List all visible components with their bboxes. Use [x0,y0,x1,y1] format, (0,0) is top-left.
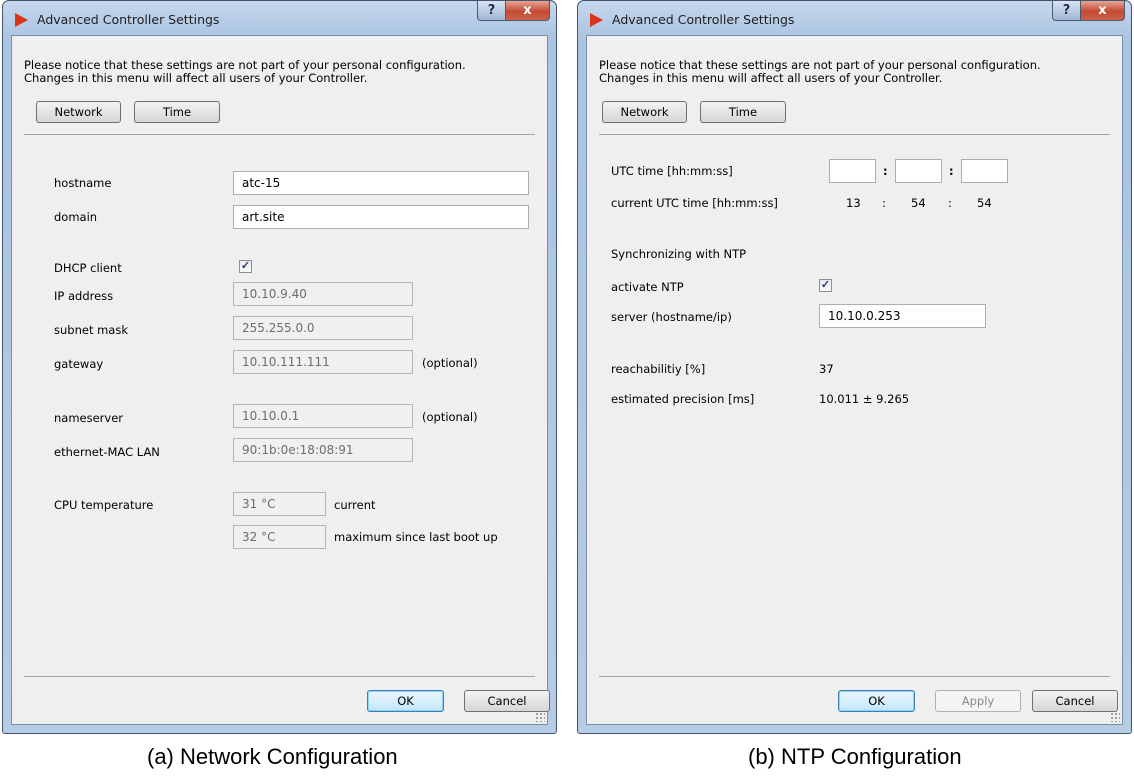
window-title: Advanced Controller Settings [612,12,795,27]
cancel-button[interactable]: Cancel [464,690,550,712]
tab-time[interactable]: Time [700,101,786,123]
current-utc-label: current UTC time [hh:mm:ss] [611,196,778,210]
reachability-label: reachabilitiy [%] [611,362,706,376]
notice-line-2: Changes in this menu will affect all use… [24,71,368,85]
dhcp-checkbox[interactable]: ✓ [239,260,252,273]
time-separator: : [883,164,888,178]
tab-network[interactable]: Network [36,101,121,123]
resize-grip-icon[interactable] [535,712,545,722]
ok-button[interactable]: OK [838,690,915,712]
reachability-value: 37 [819,362,834,376]
check-icon: ✓ [240,260,251,272]
notice-text: Please notice that these settings are no… [24,59,466,85]
help-icon: ? [487,3,496,18]
app-logo-icon [15,13,28,27]
nameserver-label: nameserver [54,411,124,425]
subnet-mask-field: 255.255.0.0 [233,316,413,340]
utc-minutes-input[interactable] [895,159,942,183]
subnet-mask-label: subnet mask [54,323,129,337]
close-icon: x [1098,3,1107,18]
ip-address-label: IP address [54,289,114,303]
divider [24,134,535,135]
nameserver-optional-note: (optional) [422,410,478,424]
check-icon: ✓ [820,279,831,291]
window-title: Advanced Controller Settings [37,12,220,27]
ip-address-field: 10.10.9.40 [233,282,413,306]
help-button[interactable]: ? [1052,1,1081,21]
close-button[interactable]: x [1081,1,1125,21]
cpu-max-field: 32 °C [233,525,326,549]
help-button[interactable]: ? [477,1,506,21]
sync-ntp-heading: Synchronizing with NTP [611,247,747,261]
cpu-max-note: maximum since last boot up [334,530,498,544]
ok-button[interactable]: OK [367,690,444,712]
apply-button[interactable]: Apply [935,690,1021,712]
current-utc-hours: 13 [846,196,861,210]
dialog-client-area: Please notice that these settings are no… [586,35,1123,725]
cpu-temperature-label: CPU temperature [54,498,154,512]
hostname-input[interactable]: atc-15 [233,171,529,195]
current-utc-seconds: 54 [977,196,992,210]
divider [599,676,1110,677]
domain-label: domain [54,210,98,224]
network-settings-window: Advanced Controller Settings ? x Please … [2,0,557,734]
tab-network[interactable]: Network [602,101,687,123]
help-icon: ? [1062,3,1071,18]
time-separator: : [882,196,886,210]
utc-hours-input[interactable] [829,159,876,183]
gateway-optional-note: (optional) [422,356,478,370]
dialog-client-area: Please notice that these settings are no… [11,35,550,725]
domain-input[interactable]: art.site [233,205,529,229]
close-button[interactable]: x [506,1,550,21]
server-label: server (hostname/ip) [611,310,732,324]
hostname-label: hostname [54,176,112,190]
divider [599,134,1110,135]
title-bar[interactable]: Advanced Controller Settings ? x [578,1,1131,35]
notice-line-2: Changes in this menu will affect all use… [599,71,943,85]
precision-value: 10.011 ± 9.265 [819,392,910,406]
nameserver-field: 10.10.0.1 [233,404,413,428]
activate-ntp-checkbox[interactable]: ✓ [819,279,832,292]
caption-ntp: (b) NTP Configuration [748,744,962,769]
gateway-field: 10.10.111.111 [233,350,413,374]
precision-label: estimated precision [ms] [611,392,755,406]
current-utc-minutes: 54 [911,196,926,210]
app-logo-icon [590,13,603,27]
title-bar[interactable]: Advanced Controller Settings ? x [3,1,556,35]
divider [24,676,535,677]
caption-network: (a) Network Configuration [147,744,398,769]
mac-field: 90:1b:0e:18:08:91 [233,438,413,462]
utc-seconds-input[interactable] [961,159,1008,183]
tab-time[interactable]: Time [134,101,220,123]
cancel-button[interactable]: Cancel [1032,690,1118,712]
mac-label: ethernet-MAC LAN [54,445,160,459]
utc-time-label: UTC time [hh:mm:ss] [611,164,733,178]
ntp-settings-window: Advanced Controller Settings ? x Please … [577,0,1132,734]
time-separator: : [949,164,954,178]
gateway-label: gateway [54,357,104,371]
activate-ntp-label: activate NTP [611,280,684,294]
cpu-current-field: 31 °C [233,492,326,516]
cpu-current-note: current [334,498,376,512]
resize-grip-icon[interactable] [1110,712,1120,722]
dhcp-label: DHCP client [54,261,122,275]
time-separator: : [948,196,952,210]
close-icon: x [523,3,532,18]
ntp-server-input[interactable]: 10.10.0.253 [819,304,986,328]
notice-text: Please notice that these settings are no… [599,59,1041,85]
